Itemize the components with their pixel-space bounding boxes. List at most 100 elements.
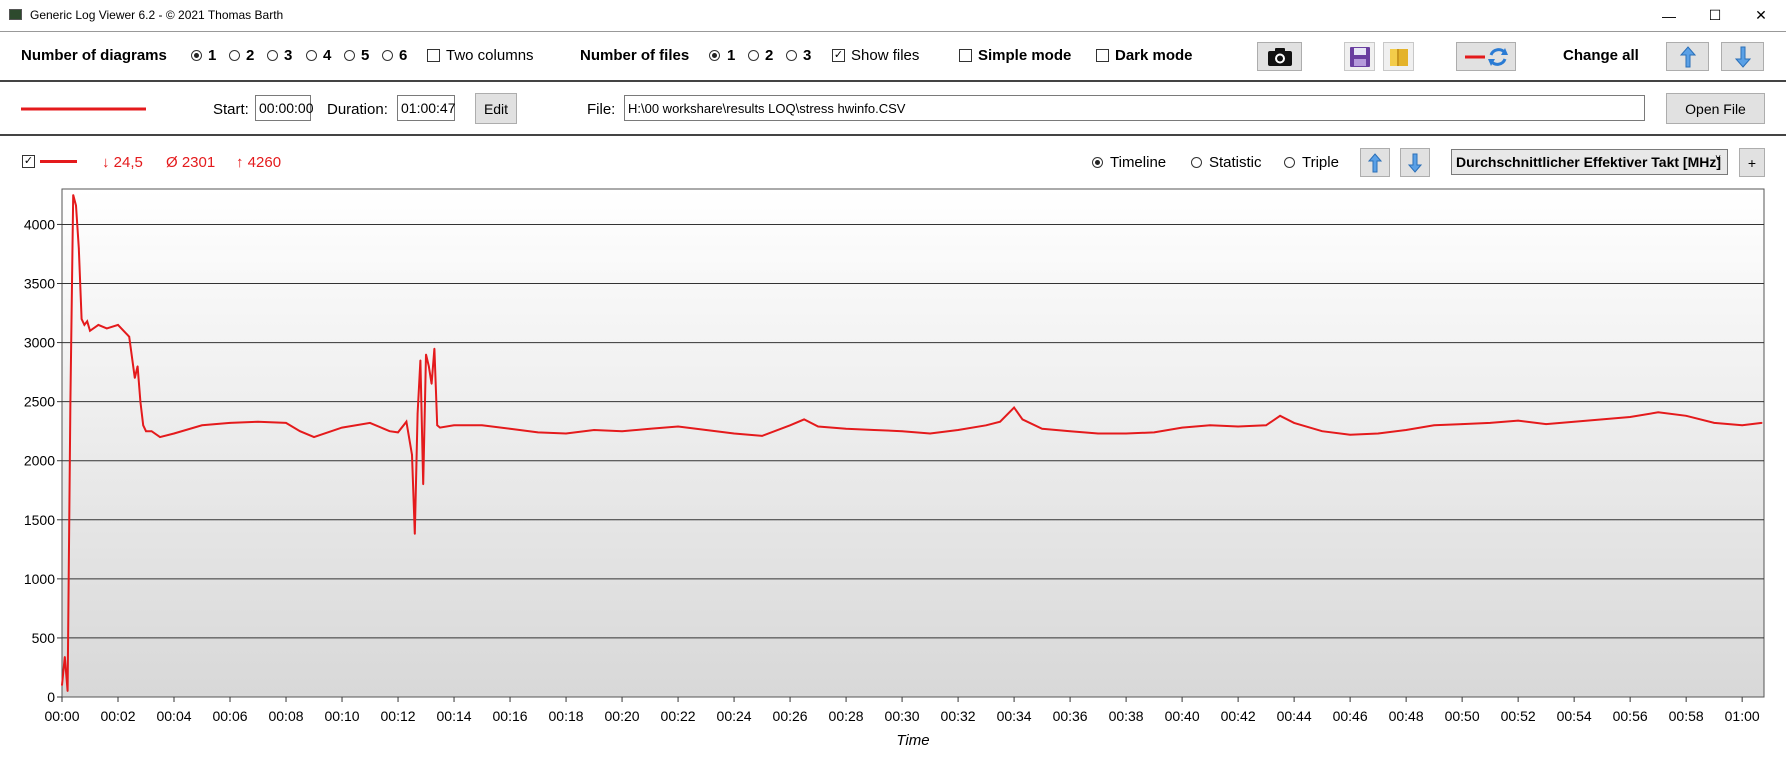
series-point <box>422 483 425 486</box>
divider <box>0 31 1786 32</box>
simple-mode-checkbox[interactable] <box>959 49 972 62</box>
two-columns-checkbox[interactable] <box>427 49 440 62</box>
x-tick-label: 00:18 <box>549 708 584 724</box>
series-line-sample <box>40 160 77 163</box>
series-point <box>66 690 69 692</box>
series-visible-checkbox[interactable]: ✓ <box>22 155 35 168</box>
dark-mode-label: Dark mode <box>1115 47 1193 64</box>
series-point <box>145 430 147 432</box>
view-option-timeline: Timeline <box>1110 154 1167 171</box>
screenshot-button[interactable] <box>1257 42 1302 71</box>
show-files-checkbox[interactable]: ✓ <box>832 49 845 62</box>
change-all-up-button[interactable] <box>1666 42 1709 71</box>
series-point <box>1153 431 1155 434</box>
series-point <box>1713 422 1715 424</box>
files-option-1: 1 <box>727 47 736 64</box>
series-point <box>369 422 371 424</box>
view-option-triple: Triple <box>1302 154 1339 171</box>
series-point <box>150 430 153 432</box>
save-button[interactable] <box>1344 42 1375 71</box>
series-point <box>128 335 131 338</box>
series-point <box>1601 418 1603 421</box>
change-all-down-button[interactable] <box>1721 42 1764 71</box>
series-point <box>1685 415 1687 417</box>
series-point <box>985 424 987 427</box>
start-label: Start: <box>213 101 249 118</box>
series-point <box>1209 424 1211 427</box>
series-point <box>142 424 145 427</box>
series-point <box>957 429 959 431</box>
x-tick-label: 00:58 <box>1669 708 1704 724</box>
series-point <box>1629 416 1631 418</box>
series-point <box>419 359 422 362</box>
file-label: File: <box>587 101 616 118</box>
diagram-down-button[interactable] <box>1400 148 1430 177</box>
x-tick-label: 00:32 <box>941 708 976 724</box>
series-point <box>873 429 875 431</box>
series-point <box>86 320 89 323</box>
series-point <box>929 432 931 435</box>
series-point <box>537 431 539 434</box>
toolbar: Number of diagrams 1 2 3 4 5 6 Two colum… <box>0 33 1786 79</box>
line-style-button[interactable] <box>1456 42 1516 71</box>
x-tick-label: 01:00 <box>1725 708 1760 724</box>
series-point <box>761 435 763 437</box>
y-tick-label: 2000 <box>24 453 55 469</box>
series-point <box>999 420 1001 423</box>
close-button[interactable]: ✕ <box>1738 0 1784 31</box>
files-radio-3[interactable] <box>786 50 797 61</box>
series-point <box>1069 430 1071 432</box>
open-file-button[interactable]: Open File <box>1666 93 1765 124</box>
sensor-select[interactable]: Durchschnittlicher Effektiver Takt [MHz]… <box>1451 149 1728 175</box>
series-point <box>229 422 231 424</box>
diagrams-radio-4[interactable] <box>306 50 317 61</box>
view-radio-triple[interactable] <box>1284 157 1295 168</box>
y-tick-label: 1500 <box>24 512 55 528</box>
add-sensor-button[interactable]: + <box>1739 148 1765 177</box>
file-path-input[interactable]: H:\00 workshare\results LOQ\stress hwinf… <box>624 95 1645 121</box>
duration-input[interactable]: 01:00:47 <box>397 95 456 121</box>
diagrams-radio-5[interactable] <box>344 50 355 61</box>
diagrams-radio-2[interactable] <box>229 50 240 61</box>
x-tick-label: 00:42 <box>1221 708 1256 724</box>
plot-area <box>61 188 1765 698</box>
start-input[interactable]: 00:00:00 <box>255 95 314 121</box>
x-tick-label: 00:48 <box>1389 708 1424 724</box>
files-radio-1[interactable] <box>709 50 720 61</box>
series-point <box>593 429 595 431</box>
diagrams-label: Number of diagrams <box>21 47 167 64</box>
open-folder-button[interactable] <box>1383 42 1414 71</box>
series-point <box>1097 432 1099 435</box>
view-radio-statistic[interactable] <box>1191 157 1202 168</box>
diagrams-option-4: 4 <box>323 47 332 64</box>
series-point <box>1041 428 1043 430</box>
files-radio-2[interactable] <box>748 50 759 61</box>
diagrams-radio-1[interactable] <box>191 50 202 61</box>
dark-mode-checkbox[interactable] <box>1096 49 1109 62</box>
series-point <box>1321 430 1323 432</box>
series-point <box>1489 422 1491 424</box>
view-radio-timeline[interactable] <box>1092 157 1103 168</box>
series-point <box>201 424 203 427</box>
series-point <box>428 365 430 368</box>
x-tick-label: 00:12 <box>381 708 416 724</box>
series-point <box>845 428 847 430</box>
diagram-up-button[interactable] <box>1360 148 1390 177</box>
maximize-button[interactable]: ☐ <box>1692 0 1738 31</box>
series-point <box>89 329 91 332</box>
x-tick-label: 00:56 <box>1613 708 1648 724</box>
arrow-down-icon <box>1408 153 1422 173</box>
series-point <box>134 377 136 379</box>
series-point <box>173 432 175 435</box>
diagrams-radio-3[interactable] <box>267 50 278 61</box>
line-refresh-icon <box>1465 47 1508 66</box>
diagrams-radio-6[interactable] <box>382 50 393 61</box>
edit-button[interactable]: Edit <box>475 93 517 124</box>
series-point <box>139 400 142 403</box>
series-point <box>649 428 651 430</box>
x-tick-label: 00:22 <box>661 708 696 724</box>
minimize-button[interactable]: — <box>1646 0 1692 31</box>
series-point <box>1349 433 1351 436</box>
x-tick-label: 00:00 <box>44 708 79 724</box>
series-point <box>509 428 511 430</box>
